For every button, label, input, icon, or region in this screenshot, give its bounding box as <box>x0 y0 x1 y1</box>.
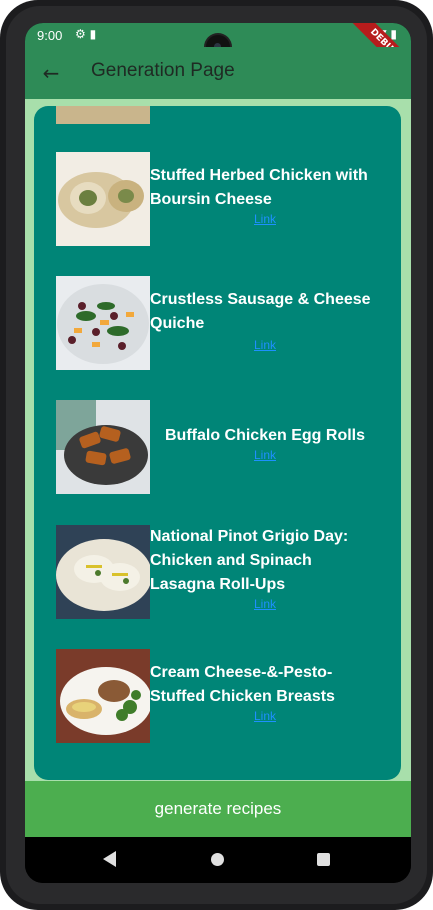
recipe-link[interactable]: Link <box>150 597 380 611</box>
recipe-thumbnail <box>56 152 150 246</box>
status-left-icons: ⚙ ▮ <box>75 27 96 41</box>
status-time: 9:00 <box>37 28 63 43</box>
recipe-title: Buffalo Chicken Egg Rolls <box>164 427 365 444</box>
app-bar: ← Generation Page <box>25 47 411 99</box>
recipe-link[interactable]: Link <box>150 709 380 723</box>
recipe-item: Stuffed Herbed Chicken with Boursin Chee… <box>56 152 396 248</box>
recipe-link[interactable]: Link <box>150 212 380 226</box>
recipe-thumbnail <box>56 400 150 494</box>
recipe-title: Crustless Sausage & Cheese Quiche <box>150 291 371 332</box>
recipe-thumbnail <box>56 276 150 370</box>
recipe-text: Crustless Sausage & Cheese Quiche Link <box>150 276 380 352</box>
recipe-title: Stuffed Herbed Chicken with Boursin Chee… <box>150 167 368 208</box>
recipe-text: Stuffed Herbed Chicken with Boursin Chee… <box>150 152 380 226</box>
partial-recipe-thumbnail <box>56 106 150 124</box>
back-button[interactable]: ← <box>37 59 65 87</box>
recipe-list[interactable]: Stuffed Herbed Chicken with Boursin Chee… <box>34 106 401 780</box>
recipe-item: Buffalo Chicken Egg Rolls Link <box>56 400 396 496</box>
recipe-item: National Pinot Grigio Day: Chicken and S… <box>56 525 396 621</box>
nav-back-icon[interactable] <box>103 851 116 867</box>
recipe-link[interactable]: Link <box>150 448 380 462</box>
sim-card-icon: ▮ <box>89 27 97 41</box>
screen: 9:00 ⚙ ▮ ▼ ▮ DEBUG ← Generation Page <box>25 23 411 883</box>
nav-recents-icon[interactable] <box>317 853 330 866</box>
recipe-text: Cream Cheese-&-Pesto-Stuffed Chicken Bre… <box>150 649 380 723</box>
system-nav-bar <box>25 837 411 883</box>
generate-recipes-button[interactable]: generate recipes <box>25 781 411 837</box>
recipe-item: Crustless Sausage & Cheese Quiche Link <box>56 276 396 372</box>
recipe-title: National Pinot Grigio Day: Chicken and S… <box>150 528 349 593</box>
recipe-thumbnail <box>56 525 150 619</box>
recipe-text: National Pinot Grigio Day: Chicken and S… <box>150 525 380 611</box>
nav-home-icon[interactable] <box>211 853 224 866</box>
arrow-back-icon: ← <box>42 61 60 85</box>
recipe-item: Cream Cheese-&-Pesto-Stuffed Chicken Bre… <box>56 649 396 745</box>
recipe-text: Buffalo Chicken Egg Rolls Link <box>150 400 380 462</box>
generate-bar: generate recipes <box>25 781 411 837</box>
recipe-link[interactable]: Link <box>150 338 380 352</box>
settings-icon: ⚙ <box>75 27 86 41</box>
device-frame: 9:00 ⚙ ▮ ▼ ▮ DEBUG ← Generation Page <box>0 0 433 910</box>
content-area: Stuffed Herbed Chicken with Boursin Chee… <box>25 99 411 781</box>
page-title: Generation Page <box>91 60 235 81</box>
recipe-thumbnail <box>56 649 150 743</box>
recipe-title: Cream Cheese-&-Pesto-Stuffed Chicken Bre… <box>150 664 335 705</box>
